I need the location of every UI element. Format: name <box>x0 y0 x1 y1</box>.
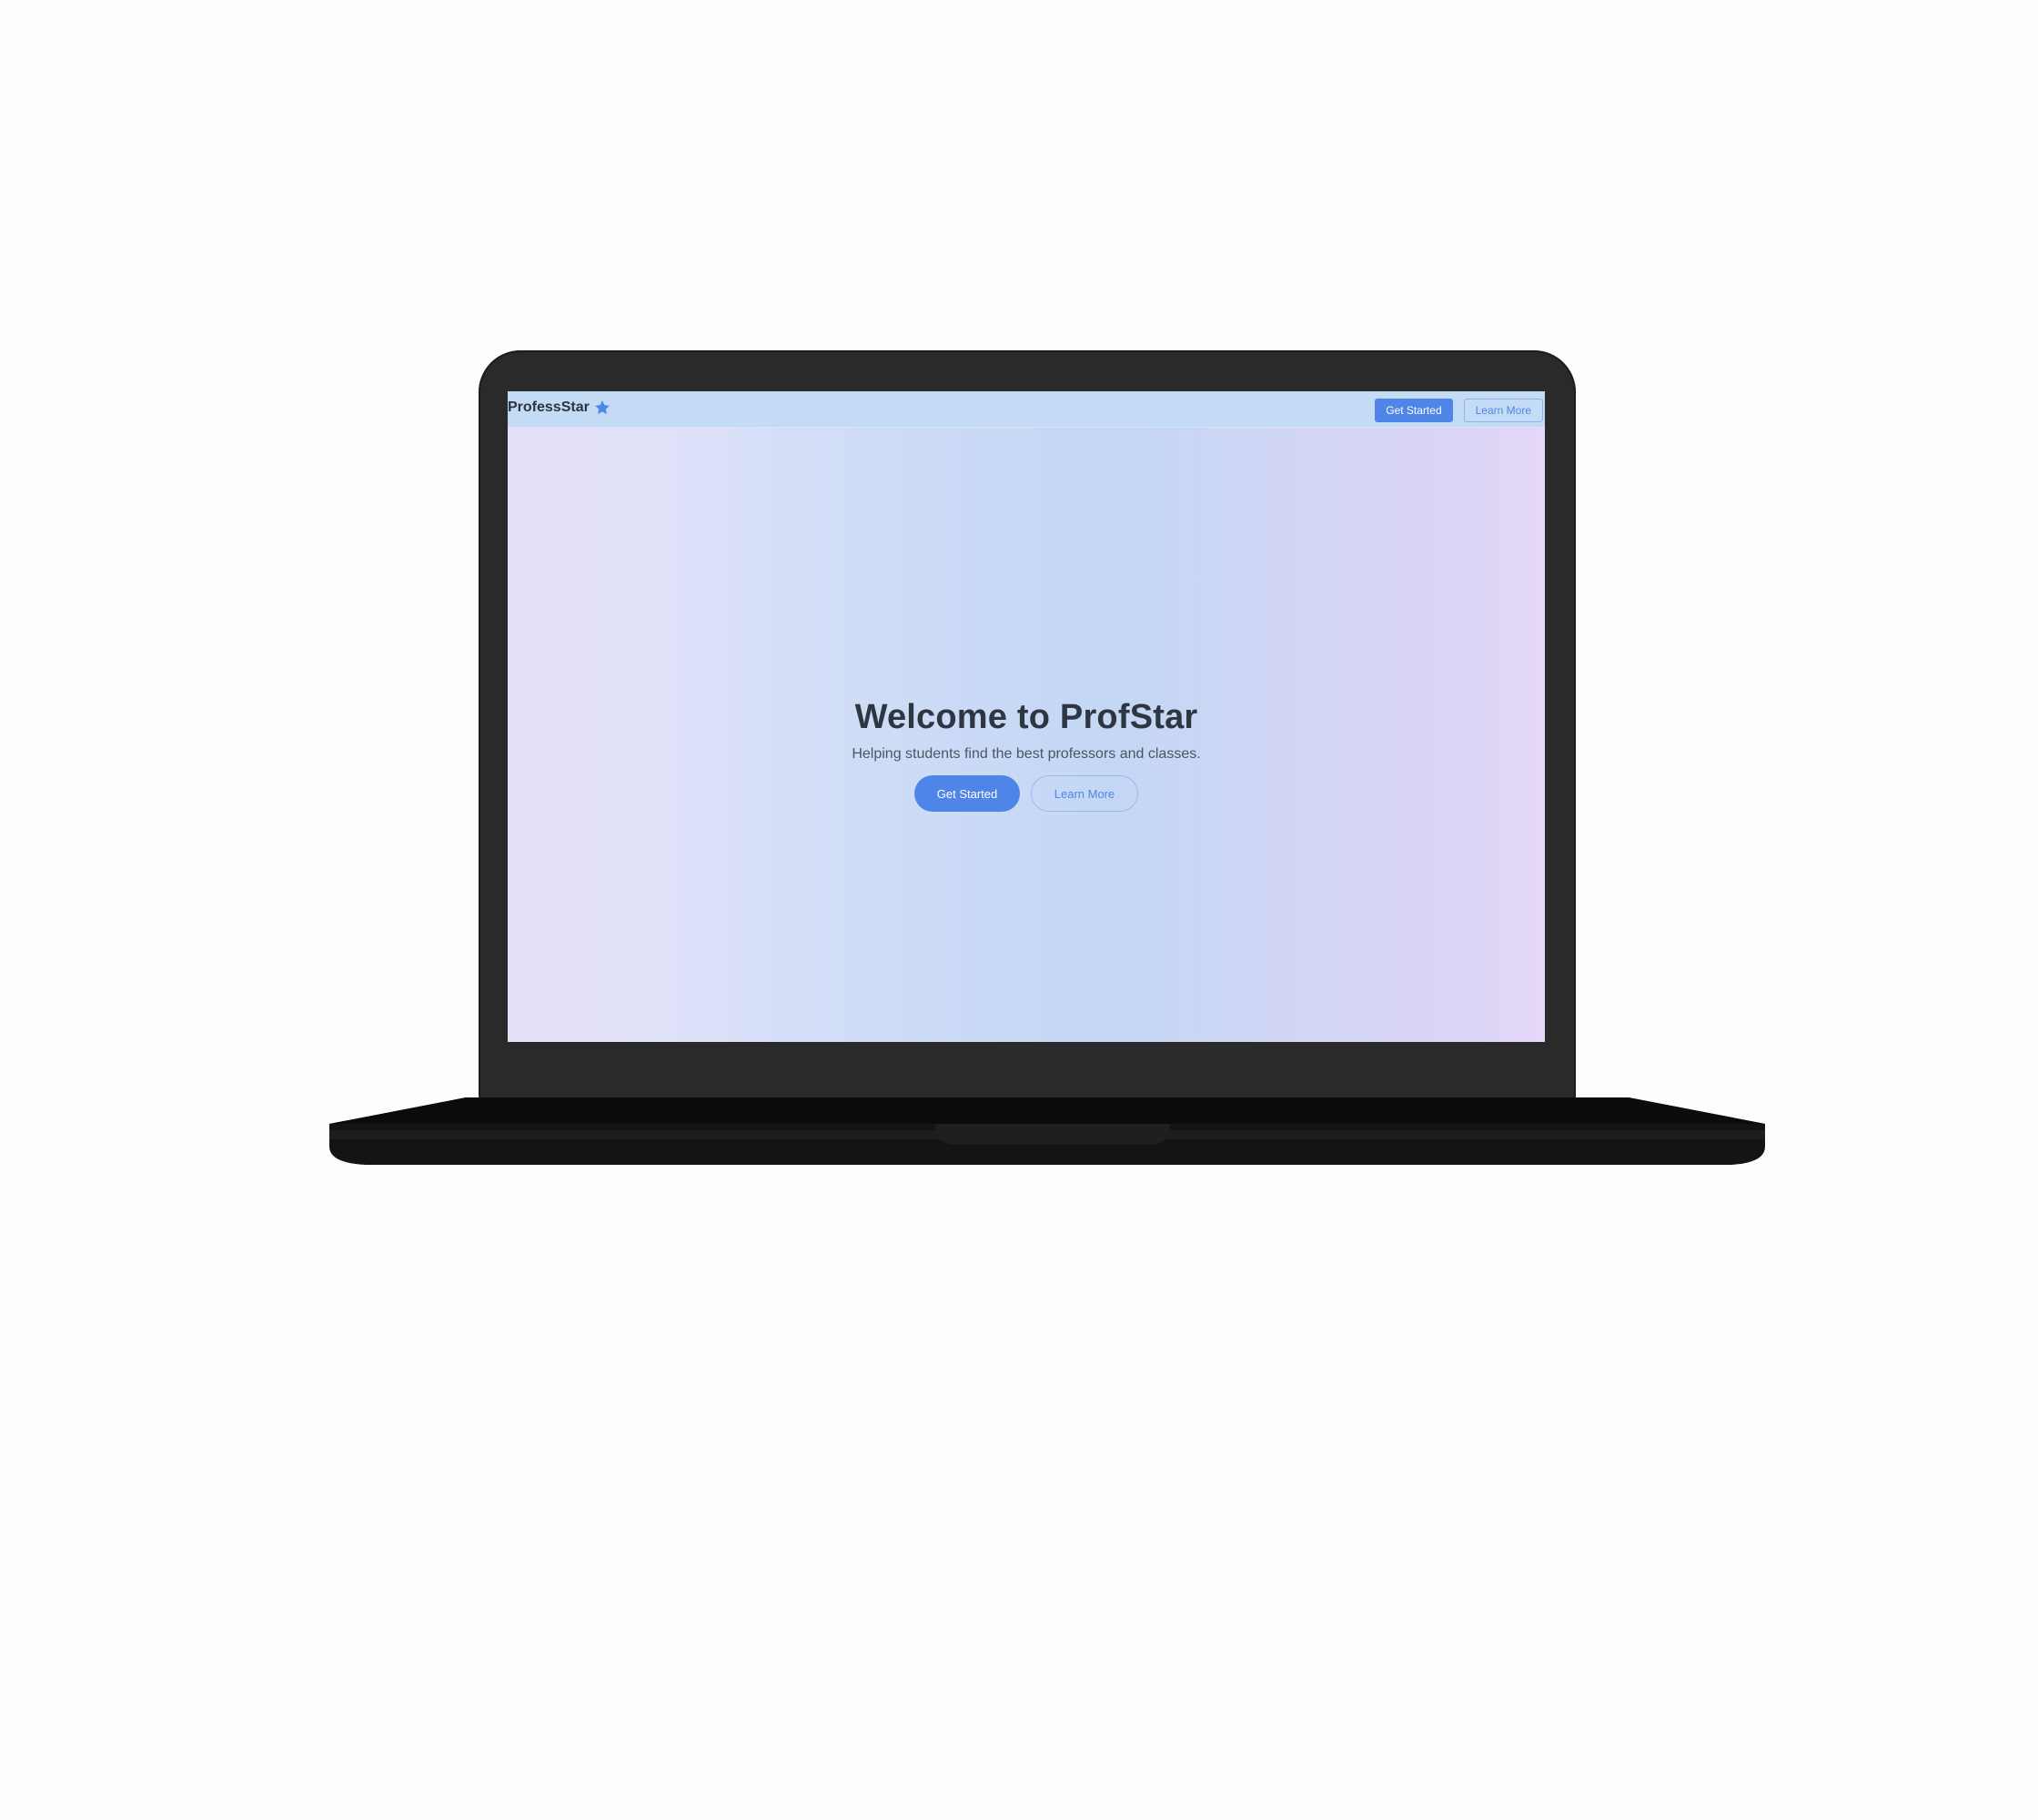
hero-get-started-button[interactable]: Get Started <box>914 775 1020 812</box>
laptop-screen: ProfessStar Get Started Learn More Welco… <box>508 391 1545 1042</box>
nav-get-started-button[interactable]: Get Started <box>1375 399 1453 422</box>
navbar: ProfessStar Get Started Learn More <box>508 391 1545 428</box>
hero-learn-more-button[interactable]: Learn More <box>1031 775 1138 812</box>
laptop-base <box>329 1094 1765 1167</box>
nav-learn-more-button[interactable]: Learn More <box>1463 399 1543 422</box>
hero-subtitle: Helping students find the best professor… <box>852 746 1201 762</box>
star-icon <box>593 399 611 417</box>
brand-name: ProfessStar <box>508 399 590 415</box>
laptop-mockup-stage: ProfessStar Get Started Learn More Welco… <box>0 0 2038 1820</box>
nav-actions: Get Started Learn More <box>1375 399 1543 422</box>
hero-actions: Get Started Learn More <box>508 775 1545 812</box>
brand-logo[interactable]: ProfessStar <box>508 399 611 417</box>
hero-section: Welcome to ProfStar Helping students fin… <box>508 698 1545 812</box>
hero-title: Welcome to ProfStar <box>854 698 1198 736</box>
